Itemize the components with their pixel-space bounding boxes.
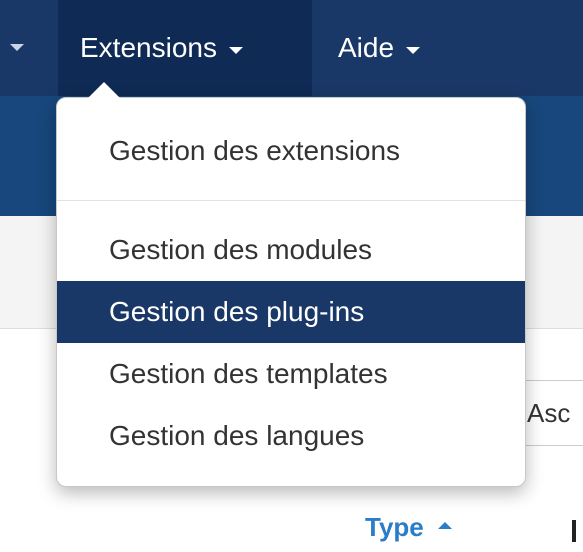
column-edge-mark (572, 520, 576, 542)
menu-item-label: Gestion des plug-ins (109, 296, 365, 327)
menu-divider (57, 200, 525, 201)
dropdown-pointer-arrow (88, 82, 120, 98)
menu-item-label: Gestion des templates (109, 358, 388, 389)
column-header-type-label: Type (365, 512, 424, 542)
page: Extensions Aide Asc Type Gestion des ext… (0, 0, 583, 552)
menu-item-gestion-langues[interactable]: Gestion des langues (57, 405, 525, 467)
menu-item-label: Gestion des extensions (109, 135, 401, 166)
sort-order-value: Asc (527, 397, 571, 428)
caret-down-icon (406, 46, 421, 54)
sort-ascending-icon (437, 522, 452, 529)
nav-extensions-label: Extensions (80, 32, 217, 63)
caret-down-icon[interactable] (10, 44, 24, 51)
menu-item-label: Gestion des modules (109, 234, 373, 265)
menu-item-gestion-extensions[interactable]: Gestion des extensions (57, 120, 525, 182)
menu-item-gestion-templates[interactable]: Gestion des templates (57, 343, 525, 405)
nav-aide-menu[interactable]: Aide (318, 0, 421, 96)
nav-aide-label: Aide (338, 32, 395, 63)
extensions-dropdown-menu: Gestion des extensions Gestion des modul… (56, 97, 526, 487)
menu-item-gestion-modules[interactable]: Gestion des modules (57, 219, 525, 281)
column-header-type[interactable]: Type (365, 512, 452, 543)
menu-item-label: Gestion des langues (109, 420, 365, 451)
caret-down-icon (228, 46, 243, 54)
menu-item-gestion-plugins[interactable]: Gestion des plug-ins (57, 281, 525, 343)
sort-order-select[interactable]: Asc (516, 380, 583, 446)
